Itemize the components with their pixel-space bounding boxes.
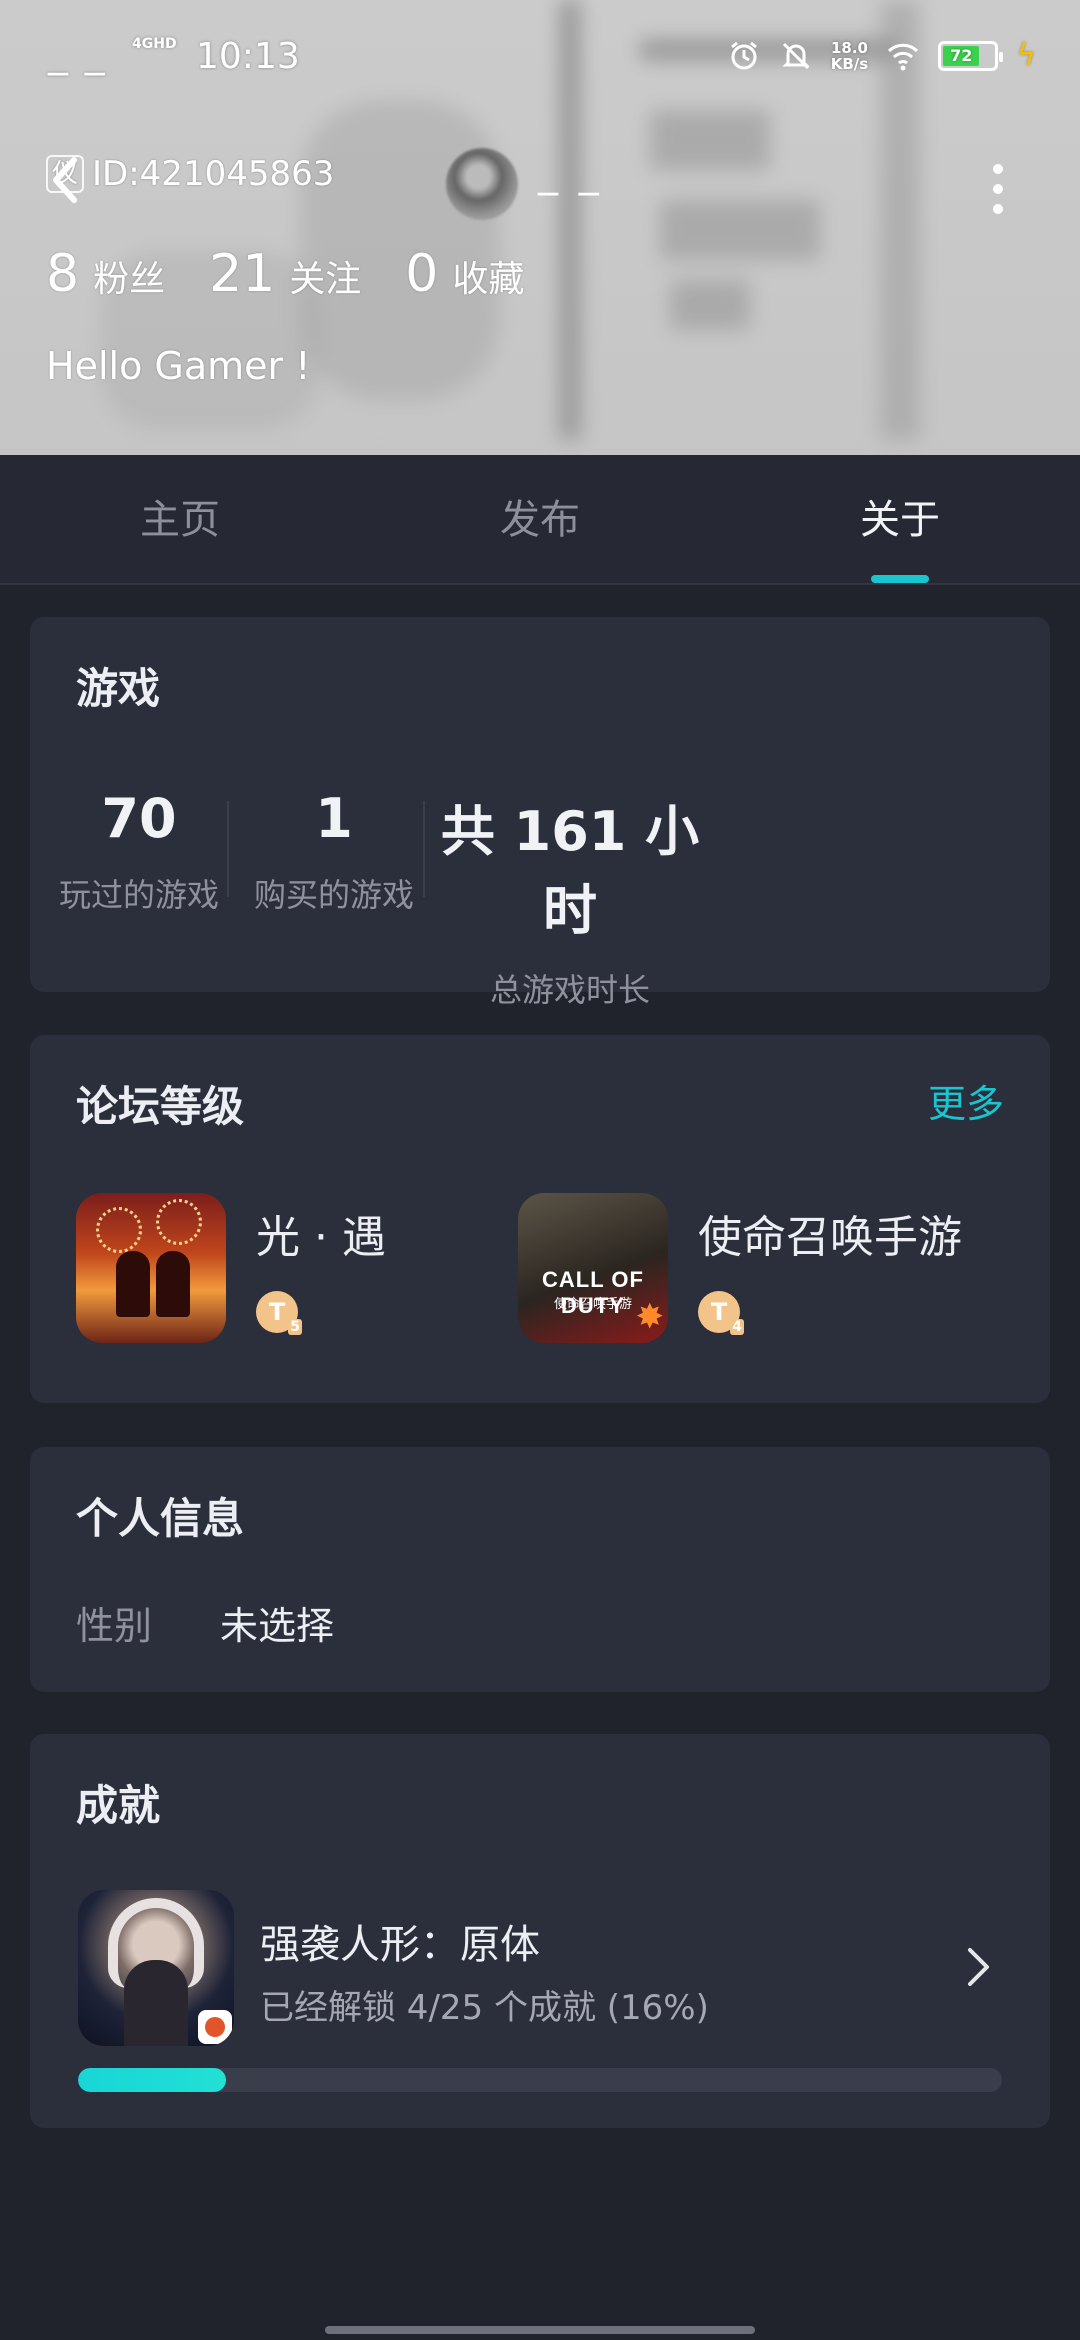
call-of-duty-game-icon: CALL OF DUTY 使命召唤手游 ✸ (518, 1193, 668, 1343)
status-left-glyph: _ _ (48, 30, 107, 76)
user-id-row: 仪 ID:421045863 (46, 154, 334, 194)
personal-info-title: 个人信息 (76, 1494, 245, 1543)
alarm-icon (730, 41, 757, 69)
profile-stats: 8 粉丝 21 关注 0 收藏 (46, 244, 568, 304)
nickname: _ _ (538, 150, 603, 196)
level-badge-icon: T4 (698, 1291, 744, 1335)
back-icon[interactable] (44, 150, 84, 210)
chevron-right-icon[interactable] (964, 1944, 994, 1990)
purchased-games-value: 1 (315, 787, 353, 850)
tab-home[interactable]: 主页 (0, 455, 360, 583)
charging-bolt-icon: ϟ (1016, 38, 1036, 73)
following-count[interactable]: 21 (209, 244, 275, 304)
gender-label: 性别 (76, 1604, 153, 1648)
games-title: 游戏 (76, 664, 161, 713)
played-games-value: 70 (101, 787, 177, 850)
playtime-value: 共 161 小时 (440, 800, 700, 942)
profile-header: _ _ 4GHD 10:13 18.0 KB/s 72 ϟ 仪 ID:42104… (0, 0, 1080, 455)
games-card: 游戏 70 玩过的游戏 1 购买的游戏 共 161 小时 总游戏时长 (30, 617, 1050, 1009)
personal-info-card: 个人信息 性别 未选择 (30, 1447, 1050, 1692)
forum-item[interactable]: 光 · 遇 T5 (76, 1193, 476, 1343)
forum-name: 使命召唤手游 (698, 1212, 962, 1263)
following-label[interactable]: 关注 (289, 250, 361, 302)
more-link[interactable]: 更多 (928, 1073, 1004, 1128)
bio: Hello Gamer ! (46, 344, 311, 388)
played-games-stat[interactable]: 70 玩过的游戏 (50, 787, 228, 916)
clock: 10:13 (196, 36, 300, 77)
network-type: 4GHD (132, 36, 177, 52)
divider (423, 801, 425, 897)
purchased-games-label: 购买的游戏 (253, 876, 414, 914)
home-indicator[interactable] (325, 2326, 755, 2334)
divider (227, 801, 229, 897)
gender-value: 未选择 (220, 1604, 335, 1648)
level-badge-icon: T5 (256, 1291, 302, 1335)
forum-item[interactable]: CALL OF DUTY 使命召唤手游 ✸ 使命召唤手游 T4 (518, 1193, 1018, 1343)
followers-label[interactable]: 粉丝 (93, 250, 165, 302)
app-badge-icon (198, 2010, 232, 2044)
battery-level: 72 (943, 45, 980, 66)
followers-count[interactable]: 8 (46, 244, 79, 304)
forum-level-card: 论坛等级 更多 光 · 遇 T5 CALL OF DUTY 使命召唤手游 ✸ 使… (30, 1035, 1050, 1403)
user-id: ID:421045863 (92, 154, 335, 194)
achievement-game-icon[interactable] (78, 1890, 234, 2046)
battery-icon: 72 (938, 40, 1004, 71)
achievement-title: 成就 (76, 1781, 161, 1830)
favorites-label[interactable]: 收藏 (452, 250, 524, 302)
status-bar: _ _ 4GHD 10:13 18.0 KB/s 72 ϟ (0, 30, 1080, 90)
forum-level-title: 论坛等级 (76, 1082, 245, 1131)
forum-name: 光 · 遇 (256, 1212, 386, 1263)
achievement-progress-text: 已经解锁 4/25 个成就 (16%) (260, 1988, 709, 2028)
wifi-icon (888, 43, 919, 70)
achievement-game-name[interactable]: 强袭人形：原体 (260, 1912, 540, 1970)
playtime-label: 总游戏时长 (489, 971, 650, 1009)
tab-posts[interactable]: 发布 (360, 455, 720, 583)
sky-game-icon (76, 1193, 226, 1343)
mute-bell-icon (782, 42, 810, 69)
achievement-progress-fill (78, 2068, 226, 2092)
played-games-label: 玩过的游戏 (58, 876, 219, 914)
profile-tabs: 主页 发布 关于 (0, 455, 1080, 585)
achievement-card: 成就 强袭人形：原体 已经解锁 4/25 个成就 (16%) (30, 1734, 1050, 2128)
achievement-progress-bar (78, 2068, 1002, 2092)
favorites-count[interactable]: 0 (405, 244, 438, 304)
playtime-stat[interactable]: 共 161 小时 总游戏时长 (440, 787, 700, 1011)
purchased-games-stat[interactable]: 1 购买的游戏 (244, 787, 424, 916)
network-speed: 18.0 KB/s (830, 38, 869, 73)
avatar[interactable] (446, 148, 518, 220)
more-options-icon[interactable] (988, 160, 1008, 214)
tab-about[interactable]: 关于 (720, 455, 1080, 583)
